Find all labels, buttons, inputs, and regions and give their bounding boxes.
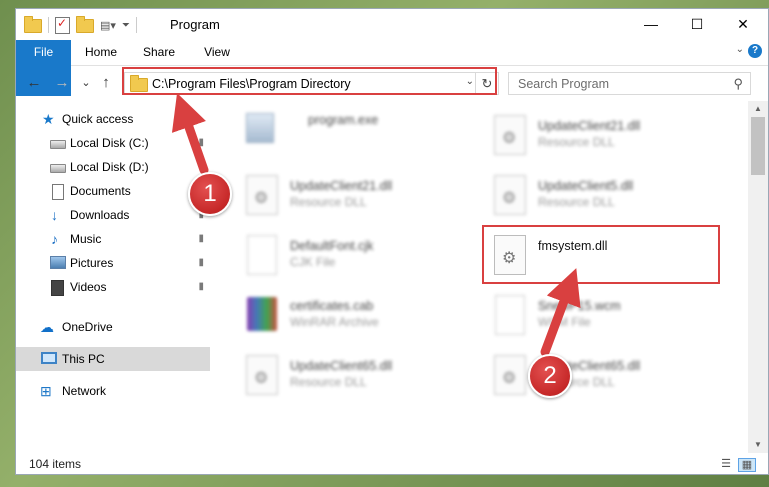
step-badge-1: 1 xyxy=(188,172,232,216)
step-badge-2: 2 xyxy=(528,354,572,398)
annotation-arrows xyxy=(171,93,581,357)
arrow-1 xyxy=(171,93,209,175)
arrow-2 xyxy=(540,268,581,357)
